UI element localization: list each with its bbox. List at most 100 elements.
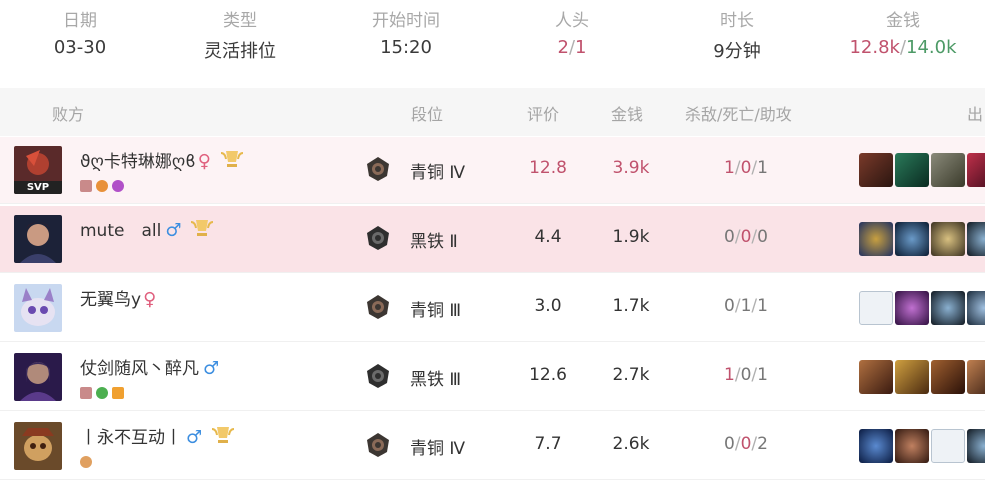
player-name-line: 仗剑随风丶醉凡 ♂ (80, 354, 219, 379)
deaths: 0 (740, 158, 752, 178)
item-icon[interactable] (967, 291, 985, 325)
summary-label: 类型 (223, 11, 257, 31)
player-score: 3.0 (534, 296, 562, 316)
svp-badge: SVP (14, 181, 62, 194)
champion-avatar[interactable]: SVP (14, 146, 62, 194)
player-row[interactable]: mute all ♂ 黑铁 Ⅱ 4.4 1.9k 0/0/0 (0, 206, 985, 273)
broken-image-icon[interactable] (931, 429, 965, 463)
trophy-badge-icon (219, 149, 245, 174)
team-header: 败方 段位 评价 金钱 杀敌/死亡/助攻 出 (0, 88, 985, 136)
rank-emblem-icon (367, 295, 389, 319)
kills: 0 (724, 296, 735, 316)
kills-value: 2 (557, 37, 569, 58)
trophy-badge-icon (210, 425, 236, 450)
player-gold: 2.6k (612, 434, 650, 454)
item-build (859, 222, 985, 256)
assists: 2 (757, 434, 768, 454)
summary-value: 12.8k/14.0k (849, 37, 957, 58)
item-icon[interactable] (859, 222, 893, 256)
player-score: 4.4 (534, 227, 562, 247)
champion-avatar[interactable] (14, 422, 62, 470)
male-icon: ♂ (186, 427, 203, 448)
player-name[interactable]: 仗剑随风丶醉凡 (80, 359, 199, 379)
player-tags (80, 384, 128, 399)
player-rank: 青铜 Ⅳ (410, 163, 466, 183)
male-icon: ♂ (165, 220, 182, 241)
item-icon[interactable] (859, 153, 893, 187)
item-icon[interactable] (895, 291, 929, 325)
male-icon: ♂ (203, 358, 220, 379)
header-gold: 金钱 (611, 105, 644, 124)
item-icon[interactable] (967, 222, 985, 256)
summary-value: 15:20 (380, 37, 432, 58)
deaths: 0 (740, 434, 752, 454)
item-icon[interactable] (931, 222, 965, 256)
champion-avatar[interactable] (14, 284, 62, 332)
item-icon[interactable] (895, 153, 929, 187)
sword-icon (80, 180, 92, 192)
player-kda: 1/0/1 (724, 365, 768, 385)
player-name-line: mute all ♂ (80, 216, 215, 243)
player-kda: 0/0/0 (724, 227, 768, 247)
summary-label: 开始时间 (372, 11, 440, 31)
player-row[interactable]: 丨永不互动丨 ♂ 青铜 Ⅳ 7.7 2.6k 0/0/2 (0, 413, 985, 480)
summary-label: 人头 (555, 11, 589, 31)
summary-value: 2/1 (557, 37, 587, 58)
player-name-line: 丨永不互动丨 ♂ (80, 423, 236, 450)
crown-icon (112, 387, 124, 399)
item-icon[interactable] (859, 360, 893, 394)
coin-icon (80, 456, 92, 468)
item-icon[interactable] (859, 429, 893, 463)
player-row[interactable]: SVP ϑღ卡特琳娜ღϐ ♀ 青铜 Ⅳ 12.8 3.9k 1/0/1 (0, 137, 985, 204)
rank-emblem-icon (367, 433, 389, 457)
item-icon[interactable] (931, 291, 965, 325)
player-tags (80, 177, 128, 192)
summary-value: 灵活排位 (204, 41, 276, 62)
item-icon[interactable] (895, 360, 929, 394)
champion-avatar[interactable] (14, 353, 62, 401)
header-items: 出 (967, 105, 984, 124)
header-score: 评价 (527, 105, 560, 124)
item-build (859, 291, 985, 325)
player-rank: 黑铁 Ⅲ (410, 370, 462, 390)
gold-medal-icon (96, 180, 108, 192)
team-gold: 12.8k (849, 37, 900, 58)
item-build (859, 360, 985, 394)
player-score: 12.6 (529, 365, 567, 385)
rank-emblem-icon (367, 364, 389, 388)
item-icon[interactable] (967, 429, 985, 463)
player-name[interactable]: ϑღ卡特琳娜ღϐ (80, 152, 196, 172)
rank-emblem-icon (367, 157, 389, 181)
enemy-gold: 14.0k (906, 37, 957, 58)
item-icon[interactable] (895, 429, 929, 463)
player-gold: 3.9k (612, 158, 650, 178)
player-rank: 青铜 Ⅳ (410, 439, 466, 459)
rank-emblem-icon (367, 226, 389, 250)
summary-label: 时长 (720, 11, 754, 31)
assists: 1 (757, 296, 768, 316)
player-name-line: 无翼鸟y ♀ (80, 285, 156, 310)
female-icon: ♀ (197, 151, 211, 172)
item-icon[interactable] (967, 360, 985, 394)
player-name[interactable]: mute all (80, 221, 161, 241)
player-score: 7.7 (534, 434, 562, 454)
item-build (859, 153, 985, 187)
player-row[interactable]: 无翼鸟y ♀ 青铜 Ⅲ 3.0 1.7k 0/1/1 (0, 275, 985, 342)
broken-image-icon[interactable] (859, 291, 893, 325)
item-icon[interactable] (931, 153, 965, 187)
player-row[interactable]: 仗剑随风丶醉凡 ♂ 黑铁 Ⅲ 12.6 2.7k 1/0/1 (0, 344, 985, 411)
player-kda: 0/0/2 (724, 434, 768, 454)
item-icon[interactable] (895, 222, 929, 256)
player-gold: 1.7k (612, 296, 650, 316)
kills: 1 (724, 158, 735, 178)
player-gold: 1.9k (612, 227, 650, 247)
player-name[interactable]: 丨永不互动丨 (80, 428, 182, 448)
item-icon[interactable] (931, 360, 965, 394)
match-summary: 日期 03-30 类型 灵活排位 开始时间 15:20 人头 2/1 时长 9分… (0, 0, 1000, 80)
summary-label: 日期 (63, 11, 97, 31)
kills: 0 (724, 227, 735, 247)
item-icon[interactable] (967, 153, 985, 187)
champion-avatar[interactable] (14, 215, 62, 263)
female-icon: ♀ (143, 289, 157, 310)
player-name[interactable]: 无翼鸟y (80, 290, 141, 310)
